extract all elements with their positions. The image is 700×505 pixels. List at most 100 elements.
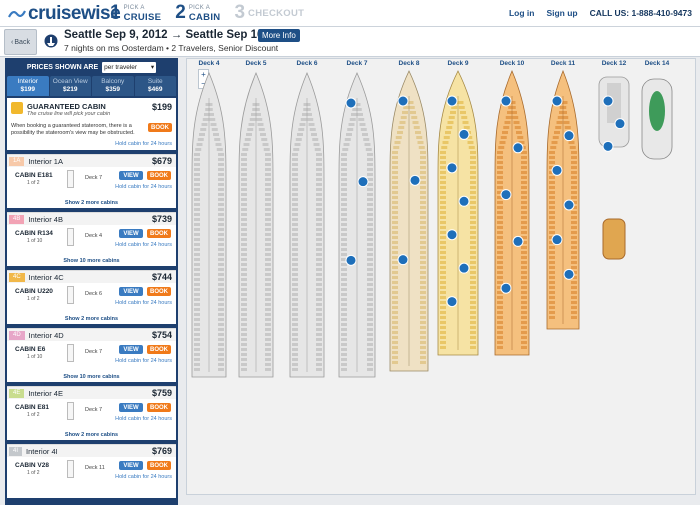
cabin-block xyxy=(194,248,200,251)
cabin-block xyxy=(549,296,555,299)
book-button[interactable]: BOOK xyxy=(148,123,172,132)
cabin-block xyxy=(341,223,347,226)
cabin-block xyxy=(497,326,503,329)
cabin-block xyxy=(470,256,476,259)
view-button[interactable]: VIEW xyxy=(119,287,143,296)
book-button[interactable]: BOOK xyxy=(147,403,171,412)
cabin-block xyxy=(420,206,426,209)
cabin-block xyxy=(392,246,398,249)
cabin-block xyxy=(549,291,555,294)
cabin-block xyxy=(303,103,310,106)
cabin-block xyxy=(521,166,527,169)
hold-cabin-link[interactable]: Hold cabin for 24 hours xyxy=(115,300,172,306)
cabin-block xyxy=(571,231,577,234)
cabin-block xyxy=(194,198,200,201)
hold-cabin-link[interactable]: Hold cabin for 24 hours xyxy=(115,141,172,147)
view-button[interactable]: VIEW xyxy=(119,461,143,470)
cabin-block xyxy=(392,296,398,299)
cabin-number: CABIN U220 xyxy=(15,288,53,295)
cabin-block xyxy=(445,131,451,134)
hold-cabin-link[interactable]: Hold cabin for 24 hours xyxy=(115,184,172,190)
cabin-block xyxy=(201,123,208,126)
price-mode-select[interactable]: per traveler ▾ xyxy=(102,61,157,73)
tab-interior[interactable]: Interior $199 xyxy=(7,76,49,96)
cabin-block xyxy=(367,198,373,201)
book-button[interactable]: BOOK xyxy=(147,287,171,296)
cabin-block xyxy=(241,198,247,201)
hold-cabin-link[interactable]: Hold cabin for 24 hours xyxy=(115,242,172,248)
cabin-block xyxy=(549,176,555,179)
signup-link[interactable]: Sign up xyxy=(546,8,577,18)
login-link[interactable]: Log in xyxy=(509,8,535,18)
view-button[interactable]: VIEW xyxy=(119,229,143,238)
cabin-block xyxy=(292,243,298,246)
cabin-block xyxy=(367,318,373,321)
cabin-block xyxy=(420,276,426,279)
cabin-block xyxy=(292,313,298,316)
show-more-cabins-link[interactable]: Show 2 more cabins xyxy=(7,316,176,322)
cabin-block xyxy=(497,166,503,169)
amenity-icon xyxy=(397,254,409,266)
view-button[interactable]: VIEW xyxy=(119,171,143,180)
cabin-block xyxy=(392,151,398,154)
view-button[interactable]: VIEW xyxy=(119,345,143,354)
cabin-block xyxy=(470,211,476,214)
cabin-block xyxy=(392,251,398,254)
cabin-block xyxy=(549,301,555,304)
step-checkout: 3 CHECKOUT xyxy=(234,2,304,24)
cabin-block xyxy=(420,356,426,359)
tab-ocean-view[interactable]: Ocean View $219 xyxy=(49,76,91,96)
cabin-block xyxy=(447,121,454,124)
cabin-block xyxy=(218,218,224,221)
more-info-button[interactable]: More Info xyxy=(258,29,300,42)
cabin-number: CABIN E81 xyxy=(15,404,49,411)
cabin-block xyxy=(292,178,298,181)
cabin-block xyxy=(241,243,247,246)
step-cabin[interactable]: 2 PICK A CABIN xyxy=(175,2,220,24)
cabin-block xyxy=(218,238,224,241)
logo[interactable]: cruisewise xyxy=(8,3,121,25)
book-button[interactable]: BOOK xyxy=(147,171,171,180)
cabin-block xyxy=(265,278,271,281)
cabin-block xyxy=(420,246,426,249)
cabin-block xyxy=(218,263,224,266)
tab-suite[interactable]: Suite $469 xyxy=(134,76,176,96)
cabin-block xyxy=(316,203,322,206)
cabin-block xyxy=(440,256,446,259)
cabin-block xyxy=(392,201,398,204)
cabin-block xyxy=(420,341,426,344)
cabin-block xyxy=(420,351,426,354)
cabin-block xyxy=(497,261,503,264)
book-button[interactable]: BOOK xyxy=(147,229,171,238)
cabin-block xyxy=(218,223,224,226)
cabin-block xyxy=(341,298,347,301)
cabin-block xyxy=(355,108,362,111)
view-button[interactable]: VIEW xyxy=(119,403,143,412)
cabin-block xyxy=(416,136,423,139)
step-cruise[interactable]: 1 PICK A CRUISE xyxy=(110,2,161,24)
cabin-block xyxy=(462,121,469,124)
cabin-block xyxy=(341,233,347,236)
cabin-block xyxy=(521,196,527,199)
cabin-block xyxy=(549,266,555,269)
cabin-block xyxy=(341,338,347,341)
cabin-block xyxy=(218,243,224,246)
cabin-block xyxy=(468,146,475,149)
cabin-block xyxy=(341,328,347,331)
cabin-block xyxy=(470,346,476,349)
cabin-block xyxy=(265,268,271,271)
show-more-cabins-link[interactable]: Show 2 more cabins xyxy=(7,200,176,206)
hold-cabin-link[interactable]: Hold cabin for 24 hours xyxy=(115,358,172,364)
show-more-cabins-link[interactable]: Show 10 more cabins xyxy=(7,374,176,380)
hold-cabin-link[interactable]: Hold cabin for 24 hours xyxy=(115,474,172,480)
back-button[interactable]: ‹ Back xyxy=(4,29,37,55)
category-name: Interior 4B xyxy=(28,214,63,224)
book-button[interactable]: BOOK xyxy=(147,345,171,354)
cabin-block xyxy=(357,113,363,116)
cabin-block xyxy=(218,293,224,296)
show-more-cabins-link[interactable]: Show 2 more cabins xyxy=(7,432,176,438)
book-button[interactable]: BOOK xyxy=(147,461,171,470)
show-more-cabins-link[interactable]: Show 10 more cabins xyxy=(7,258,176,264)
hold-cabin-link[interactable]: Hold cabin for 24 hours xyxy=(115,416,172,422)
tab-balcony[interactable]: Balcony $359 xyxy=(92,76,134,96)
